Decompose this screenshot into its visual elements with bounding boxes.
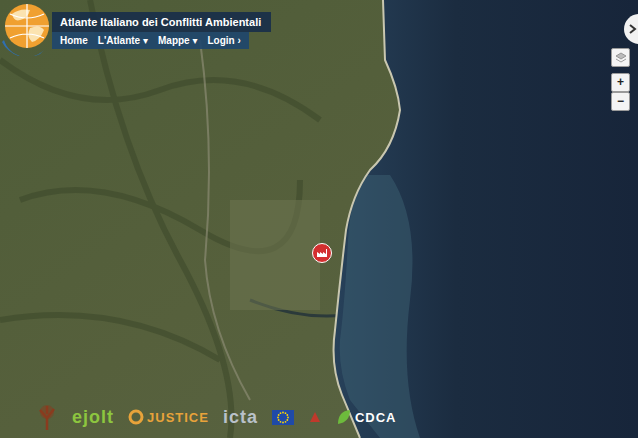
zoom-control: +− [611,73,630,111]
nav-item[interactable]: L'Atlante ▾ [98,35,148,46]
zoom-out-button[interactable]: − [611,92,630,111]
logo-wordmark: ejolt [72,407,114,428]
justice-wordmark: JUSTICE [147,410,209,425]
leaf-icon [336,408,352,426]
nav-item[interactable]: Login › [207,35,240,46]
cdca-wordmark: CDCA [355,410,397,425]
atlas-logo-icon [0,0,54,56]
eu-flag-icon [272,410,294,425]
eu-logo[interactable] [272,410,294,425]
industry-marker[interactable] [312,243,332,263]
partner-logo[interactable] [308,410,322,424]
wordmark-logo[interactable]: ejolt [72,407,114,428]
tree-icon [36,404,58,430]
site-logo[interactable] [0,0,54,56]
layers-button[interactable] [611,48,630,67]
logo-wordmark: icta [223,407,258,428]
chevron-icon [629,24,637,34]
cdca-logo[interactable]: CDCA [336,408,397,426]
factory-icon [316,248,328,258]
nav-item[interactable]: Mappe ▾ [158,35,197,46]
partner-mark-icon [308,410,322,424]
map-controls: +− [611,48,630,111]
partner-logos: ejolt JUSTICE icta CDCA [36,404,397,430]
nav-bar: Home L'Atlante ▾ Mappe ▾ Login › [52,32,249,49]
map-page: Atlante Italiano dei Conflitti Ambiental… [0,0,638,438]
justice-logo[interactable]: JUSTICE [128,409,209,425]
site-title[interactable]: Atlante Italiano dei Conflitti Ambiental… [52,12,271,32]
site-header: Atlante Italiano dei Conflitti Ambiental… [0,0,271,56]
layers-icon [615,52,627,64]
satellite-map[interactable] [0,0,638,438]
zoom-in-button[interactable]: + [611,73,630,92]
wordmark-logo[interactable]: icta [223,407,258,428]
tree-logo[interactable] [36,404,58,430]
nav-item[interactable]: Home [60,35,88,46]
justice-circle-icon [128,409,144,425]
